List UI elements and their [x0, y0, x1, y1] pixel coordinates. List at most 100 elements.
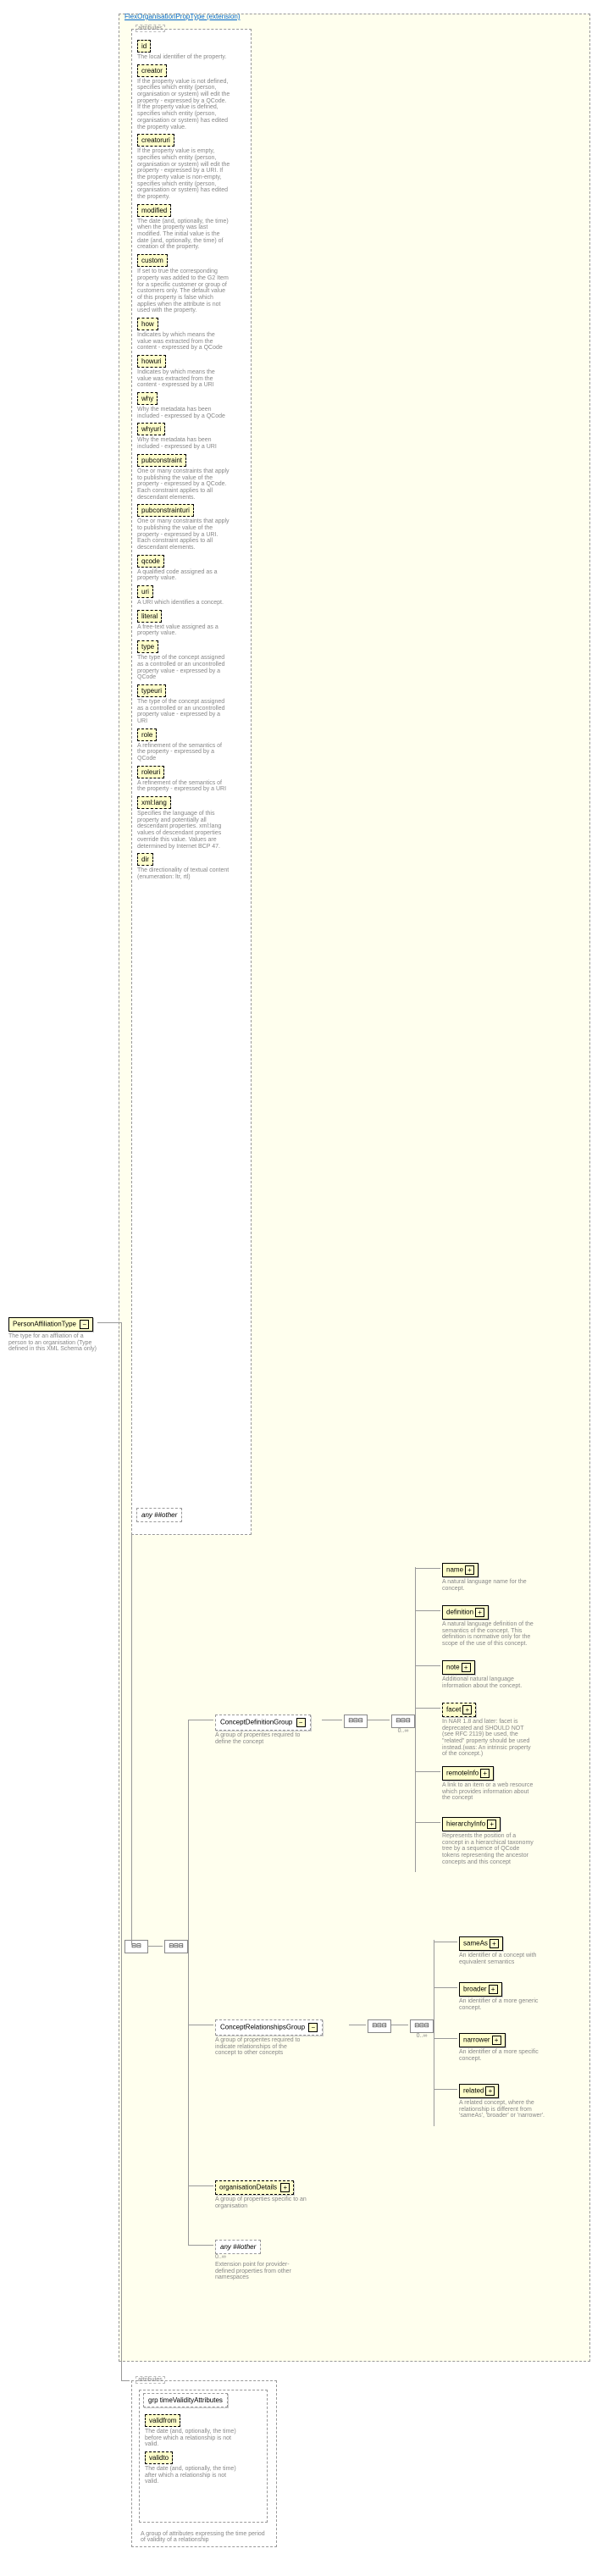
attr-desc: The type of the concept assigned as a co…: [137, 699, 230, 725]
attr-desc: Why the metadata has been included - exp…: [137, 407, 230, 419]
root-type-label: PersonAffiliationType: [13, 1321, 76, 1328]
attr-desc: Indicates by which means the value was e…: [137, 332, 230, 352]
any-other-attr: any ##other: [136, 1508, 182, 1522]
attr-type[interactable]: type: [137, 640, 158, 653]
expand-icon[interactable]: +: [280, 2183, 290, 2192]
element-note[interactable]: note+: [442, 1660, 475, 1675]
element-related[interactable]: related+: [459, 2084, 499, 2098]
any-other-element: any ##other: [215, 2240, 261, 2254]
attr-creator[interactable]: creator: [137, 64, 167, 77]
child-desc: Additional natural language information …: [442, 1676, 535, 1689]
concept-relationships-group[interactable]: ConceptRelationshipsGroup −: [215, 2019, 323, 2036]
attr-xml:lang[interactable]: xml:lang: [137, 796, 171, 809]
expand-icon[interactable]: +: [490, 1939, 499, 1948]
expand-icon[interactable]: +: [492, 2036, 501, 2045]
attr-id[interactable]: id: [137, 40, 151, 53]
element-hierarchyInfo[interactable]: hierarchyInfo+: [442, 1817, 501, 1831]
attr-desc: If set to true the corresponding propert…: [137, 269, 230, 314]
attr-desc: Specifies the language of this property …: [137, 811, 230, 850]
attr-modified[interactable]: modified: [137, 204, 171, 217]
sequence-icon: ⊟⊟⊟: [344, 1715, 368, 1728]
attr-howuri[interactable]: howuri: [137, 355, 166, 368]
root-type-box[interactable]: PersonAffiliationType −: [8, 1317, 93, 1332]
sequence-icon: ⊟⊟⊟: [410, 2019, 434, 2033]
attr-desc: The directionality of textual content (e…: [137, 867, 230, 880]
concept-def-desc: A group of properites required to define…: [215, 1732, 308, 1745]
attr-dir[interactable]: dir: [137, 853, 153, 866]
sequence-icon: ⊟⊟⊟: [391, 1715, 415, 1728]
choice-compositor: ⊟⊟: [124, 1940, 148, 1953]
attr-desc: A free-text value assigned as a property…: [137, 624, 230, 637]
attr-validfrom[interactable]: validfrom: [145, 2414, 180, 2427]
organisation-details[interactable]: organisationDetails +: [215, 2180, 294, 2195]
extension-title[interactable]: FlexOrganisationPropType (extension): [124, 13, 241, 20]
validity-attributes-header: attributes: [136, 2376, 165, 2384]
attr-desc: Why the metadata has been included - exp…: [137, 437, 230, 450]
expand-icon[interactable]: +: [480, 1769, 490, 1778]
child-desc: An identifier of a more specific concept…: [459, 2049, 552, 2062]
time-validity-group[interactable]: grp timeValidityAttributes: [143, 2393, 228, 2407]
attr-desc: One or many constraints that apply to pu…: [137, 518, 230, 551]
any-other-desc: Extension point for provider-defined pro…: [215, 2262, 308, 2281]
child-desc: An identifier of a more generic concept.: [459, 1998, 552, 2011]
expand-icon[interactable]: +: [462, 1705, 472, 1715]
element-facet[interactable]: facet+: [442, 1703, 476, 1717]
expand-icon[interactable]: +: [489, 1985, 498, 1994]
concept-rel-desc: A group of properites required to indica…: [215, 2037, 308, 2057]
attr-roleuri[interactable]: roleuri: [137, 766, 164, 778]
attr-desc: The local identifier of the property.: [137, 54, 230, 61]
element-definition[interactable]: definition+: [442, 1605, 489, 1620]
child-desc: A link to an item or a web resource whic…: [442, 1782, 535, 1802]
sequence-icon: ⊟⊟⊟: [368, 2019, 391, 2033]
attr-pubconstrainturi[interactable]: pubconstrainturi: [137, 504, 194, 517]
attr-role[interactable]: role: [137, 728, 157, 741]
child-desc: An identifier of a concept with equivale…: [459, 1953, 552, 1965]
attr-desc: A refinement of the semantics of the pro…: [137, 780, 230, 793]
element-narrower[interactable]: narrower+: [459, 2033, 506, 2047]
attr-why[interactable]: why: [137, 392, 158, 405]
attr-desc: If the property value is not defined, sp…: [137, 79, 230, 131]
attr-custom[interactable]: custom: [137, 254, 168, 267]
element-remoteInfo[interactable]: remoteInfo+: [442, 1766, 494, 1781]
expand-icon[interactable]: +: [465, 1565, 474, 1575]
attr-desc: A qualified code assigned as a property …: [137, 569, 230, 582]
attr-how[interactable]: how: [137, 318, 158, 330]
child-desc: A natural language definition of the sem…: [442, 1621, 535, 1648]
attr-pubconstraint[interactable]: pubconstraint: [137, 454, 186, 467]
attr-whyuri[interactable]: whyuri: [137, 423, 165, 435]
org-details-desc: A group of properties specific to an org…: [215, 2197, 308, 2209]
element-sameAs[interactable]: sameAs+: [459, 1936, 503, 1951]
child-desc: A related concept, where the relationshi…: [459, 2100, 552, 2119]
attr-qcode[interactable]: qcode: [137, 555, 164, 568]
expand-icon[interactable]: +: [485, 2086, 495, 2096]
attr-desc: A URI which identifies a concept.: [137, 600, 230, 607]
child-desc: Represents the position of a concept in …: [442, 1833, 535, 1865]
attributes-header: attributes: [136, 25, 165, 32]
sequence-compositor: ⊟⊟⊟: [164, 1940, 188, 1953]
attr-literal[interactable]: literal: [137, 610, 162, 623]
element-broader[interactable]: broader+: [459, 1982, 502, 1997]
child-desc: In NAR 1.8 and later: facet is deprecate…: [442, 1719, 535, 1758]
attr-typeuri[interactable]: typeuri: [137, 684, 166, 697]
expand-icon[interactable]: +: [462, 1663, 471, 1672]
root-desc: The type for an affliation of a person t…: [8, 1333, 102, 1353]
attr-desc: A refinement of the semantics of the pro…: [137, 743, 230, 762]
attr-desc: The date (and, optionally, the time) whe…: [137, 219, 230, 251]
expand-icon[interactable]: −: [308, 2023, 318, 2032]
attr-validto[interactable]: validto: [145, 2451, 173, 2464]
expand-icon[interactable]: −: [296, 1718, 306, 1727]
attr-desc: The type of the concept assigned as a co…: [137, 655, 230, 681]
validfrom-desc: The date (and, optionally, the time) bef…: [145, 2429, 238, 2448]
element-name[interactable]: name+: [442, 1563, 479, 1577]
attr-uri[interactable]: uri: [137, 585, 153, 598]
attr-creatoruri[interactable]: creatoruri: [137, 134, 174, 147]
validto-desc: The date (and, optionally, the time) aft…: [145, 2466, 238, 2485]
concept-definition-group[interactable]: ConceptDefinitionGroup −: [215, 1715, 311, 1731]
child-desc: A natural language name for the concept.: [442, 1579, 535, 1592]
expand-icon[interactable]: +: [487, 1820, 496, 1829]
attr-desc: If the property value is empty, specifie…: [137, 148, 230, 201]
attr-desc: One or many constraints that apply to pu…: [137, 468, 230, 501]
collapse-icon[interactable]: −: [80, 1320, 89, 1329]
validity-footer: A group of attributes expressing the tim…: [141, 2531, 268, 2544]
expand-icon[interactable]: +: [475, 1608, 484, 1617]
